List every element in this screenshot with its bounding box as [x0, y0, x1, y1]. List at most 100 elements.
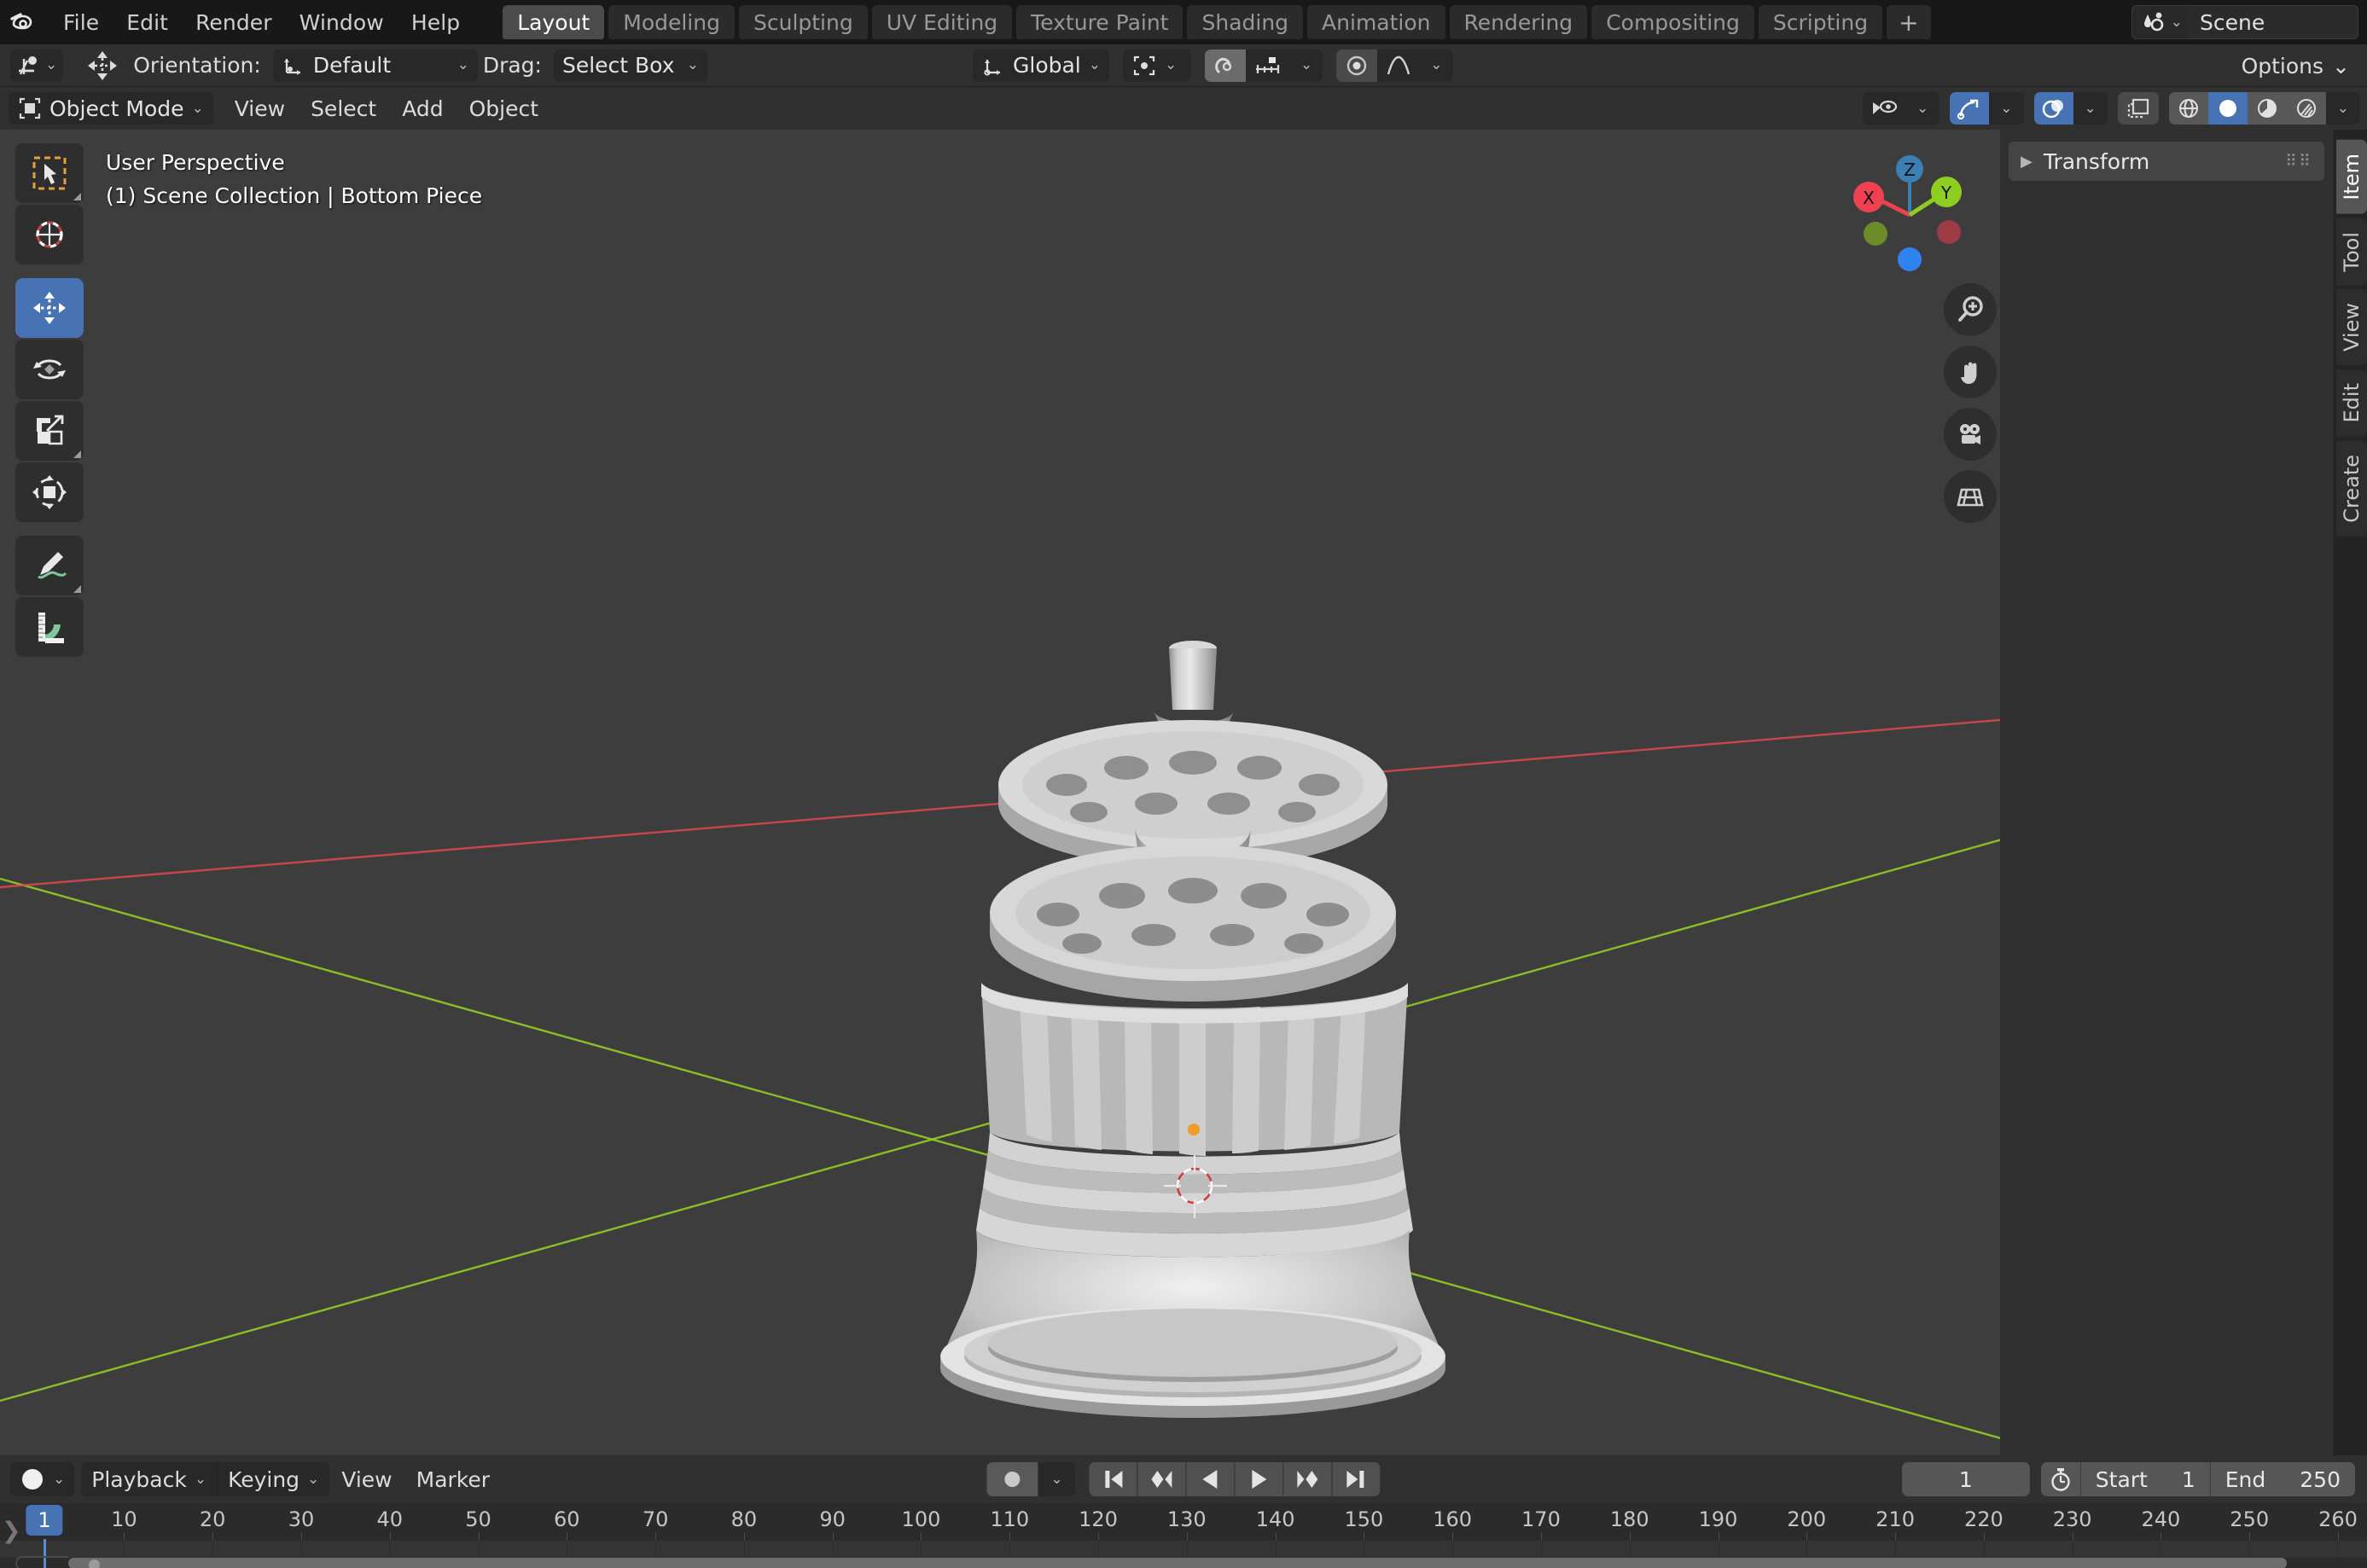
- scene-data-icon[interactable]: ⌄: [2131, 5, 2188, 39]
- menu-window[interactable]: Window: [286, 6, 398, 38]
- overlays-toggle-group[interactable]: ⌄: [2033, 92, 2108, 125]
- snap-magnet-icon[interactable]: [1205, 49, 1246, 82]
- snap-increment-icon[interactable]: [1246, 49, 1290, 82]
- toggle-perspective-button[interactable]: [1944, 470, 1997, 523]
- show-gizmo-icon[interactable]: [1950, 92, 1990, 125]
- timeline-menu-marker[interactable]: Marker: [404, 1462, 502, 1496]
- sidebar-tab-item[interactable]: Item: [2336, 140, 2367, 214]
- scene-selector[interactable]: ⌄ Scene: [2131, 5, 2358, 39]
- show-overlays-icon[interactable]: [2033, 92, 2073, 125]
- jump-to-previous-keyframe-button[interactable]: [1137, 1462, 1186, 1496]
- measure-tool-button[interactable]: [15, 597, 84, 657]
- viewport-menu-add[interactable]: Add: [389, 92, 456, 125]
- workspace-tab-sculpting[interactable]: Sculpting: [738, 5, 868, 39]
- scale-tool-button[interactable]: [15, 401, 84, 461]
- drag-dropdown[interactable]: Select Box ⌄: [553, 49, 707, 82]
- menu-render[interactable]: Render: [182, 6, 286, 38]
- tweak-select-tool-button[interactable]: [15, 143, 84, 203]
- pan-view-button[interactable]: [1944, 346, 1997, 398]
- rotate-tool-button[interactable]: [15, 340, 84, 399]
- pivot-point-icon: [1133, 55, 1155, 75]
- zoom-view-button[interactable]: [1944, 283, 1997, 336]
- jump-to-end-button[interactable]: [1332, 1462, 1381, 1496]
- workspace-tab-layout[interactable]: Layout: [503, 5, 605, 39]
- stopwatch-icon[interactable]: [2040, 1462, 2080, 1496]
- menu-edit[interactable]: Edit: [113, 6, 182, 38]
- scene-name-field[interactable]: Scene: [2188, 5, 2358, 39]
- auto-keying-group[interactable]: ⌄: [986, 1462, 1076, 1496]
- viewport-menu-select[interactable]: Select: [298, 92, 389, 125]
- timeline-tick-mark: [1186, 1532, 1188, 1541]
- interaction-mode-dropdown[interactable]: Object Mode ⌄: [9, 92, 213, 125]
- add-workspace-button[interactable]: +: [1887, 5, 1931, 39]
- cursor-tool-button[interactable]: [15, 205, 84, 264]
- object-visibility-dropdown[interactable]: ⌄: [1863, 92, 1940, 125]
- end-frame-field[interactable]: End 250: [2209, 1462, 2355, 1496]
- viewport-menu-object[interactable]: Object: [457, 92, 551, 125]
- annotate-tool-button[interactable]: [15, 536, 84, 595]
- timeline-ruler[interactable]: 10 20 30 40 50 60 70 80 90 100 110 120 130 140 150 160 1…: [0, 1503, 2367, 1541]
- snap-dropdown[interactable]: ⌄: [1290, 49, 1323, 82]
- timeline-menu-view[interactable]: View: [329, 1462, 404, 1496]
- timeline-horizontal-scrollbar[interactable]: [68, 1558, 2287, 1568]
- transform-orientation-dropdown[interactable]: Global ⌄: [973, 49, 1109, 82]
- chevron-down-icon[interactable]: ⌄: [2073, 92, 2108, 125]
- toggle-xray-icon[interactable]: [2117, 92, 2159, 125]
- chevron-down-icon[interactable]: ⌄: [2325, 92, 2360, 125]
- timeline-editor[interactable]: 10 20 30 40 50 60 70 80 90 100 110 120 130 140 150 160 1…: [0, 1503, 2367, 1568]
- chevron-down-icon[interactable]: ⌄: [1989, 92, 2024, 125]
- camera-view-button[interactable]: [1944, 408, 1997, 461]
- transform-panel-header[interactable]: ▶ Transform ⠿⠿: [2009, 142, 2324, 181]
- smooth-falloff-icon[interactable]: [1377, 49, 1421, 82]
- workspace-tab-compositing[interactable]: Compositing: [1591, 5, 1754, 39]
- falloff-dropdown[interactable]: ⌄: [1420, 49, 1453, 82]
- timeline-expand-arrow-icon[interactable]: ❯: [2, 1518, 21, 1544]
- solid-shading-icon[interactable]: [2207, 92, 2248, 125]
- timeline-range-left-handle[interactable]: [15, 1556, 68, 1568]
- workspace-tab-modeling[interactable]: Modeling: [608, 5, 735, 39]
- chevron-down-icon[interactable]: ⌄: [1905, 92, 1940, 125]
- workspace-tab-texture-paint[interactable]: Texture Paint: [1016, 5, 1184, 39]
- sidebar-tab-tool[interactable]: Tool: [2336, 218, 2367, 286]
- move-gizmo-icon[interactable]: [77, 49, 128, 83]
- transform-tool-button[interactable]: [15, 462, 84, 522]
- menu-file[interactable]: File: [49, 6, 113, 38]
- workspace-tab-rendering[interactable]: Rendering: [1449, 5, 1588, 39]
- blender-logo-icon[interactable]: [0, 0, 44, 44]
- play-reverse-button[interactable]: [1186, 1462, 1235, 1496]
- timeline-menu-playback[interactable]: Playback ⌄: [81, 1462, 218, 1496]
- options-button[interactable]: Options ⌄: [2235, 49, 2357, 82]
- active-tool-icon[interactable]: ⌄: [10, 49, 64, 82]
- navigation-gizmo[interactable]: Z X Y: [1835, 148, 1997, 276]
- gizmo-toggle-group[interactable]: ⌄: [1950, 92, 2024, 125]
- workspace-tab-animation[interactable]: Animation: [1307, 5, 1445, 39]
- start-frame-field[interactable]: Start 1: [2079, 1462, 2210, 1496]
- jump-to-start-button[interactable]: [1089, 1462, 1137, 1496]
- viewport-menu-view[interactable]: View: [222, 92, 298, 125]
- sidebar-tab-create[interactable]: Create: [2336, 440, 2367, 537]
- timeline-editor-type-button[interactable]: ⌄: [10, 1462, 75, 1496]
- workspace-tab-shading[interactable]: Shading: [1187, 5, 1304, 39]
- playhead-frame-label[interactable]: 1: [26, 1505, 63, 1536]
- auto-keying-dropdown[interactable]: ⌄: [1038, 1462, 1075, 1496]
- sidebar-tab-view[interactable]: View: [2336, 289, 2367, 366]
- material-preview-shading-icon[interactable]: [2247, 92, 2287, 125]
- object-visibility-icon[interactable]: [1863, 92, 1905, 125]
- timeline-scroll-handle[interactable]: [89, 1559, 100, 1568]
- workspace-tab-scripting[interactable]: Scripting: [1758, 5, 1883, 39]
- sidebar-tab-edit[interactable]: Edit: [2336, 369, 2367, 437]
- play-button[interactable]: [1235, 1462, 1283, 1496]
- orientation-dropdown[interactable]: Default ⌄: [272, 49, 478, 82]
- proportional-edit-icon[interactable]: [1336, 49, 1378, 82]
- rendered-shading-icon[interactable]: [2286, 92, 2326, 125]
- workspace-tab-uv-editing[interactable]: UV Editing: [871, 5, 1013, 39]
- wireframe-shading-icon[interactable]: [2168, 92, 2208, 125]
- jump-to-next-keyframe-button[interactable]: [1283, 1462, 1332, 1496]
- toggle-xray-button[interactable]: [2117, 92, 2159, 125]
- menu-help[interactable]: Help: [398, 6, 474, 38]
- pivot-point-dropdown[interactable]: ⌄: [1123, 49, 1191, 82]
- current-frame-field[interactable]: 1: [1901, 1462, 2030, 1496]
- auto-keying-record-icon[interactable]: [986, 1462, 1038, 1496]
- move-tool-button[interactable]: [15, 278, 84, 338]
- timeline-menu-keying[interactable]: Keying ⌄: [217, 1462, 330, 1496]
